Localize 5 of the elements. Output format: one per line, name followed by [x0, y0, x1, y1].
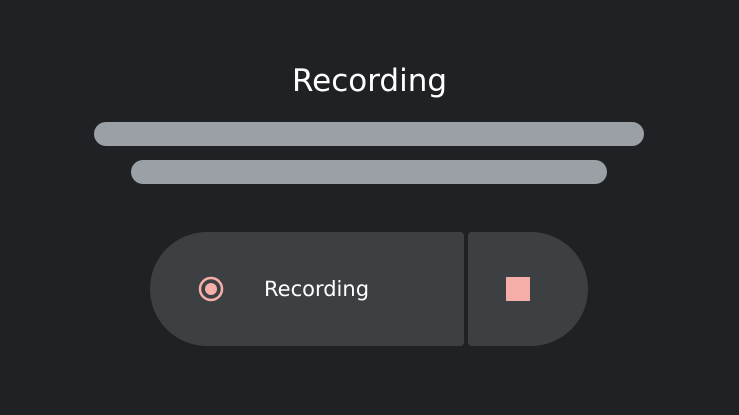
record-icon: [198, 276, 224, 302]
stop-icon: [506, 277, 530, 301]
stop-button[interactable]: [468, 232, 588, 346]
record-button[interactable]: Recording: [150, 232, 464, 346]
dialog-title: Recording: [290, 62, 448, 101]
